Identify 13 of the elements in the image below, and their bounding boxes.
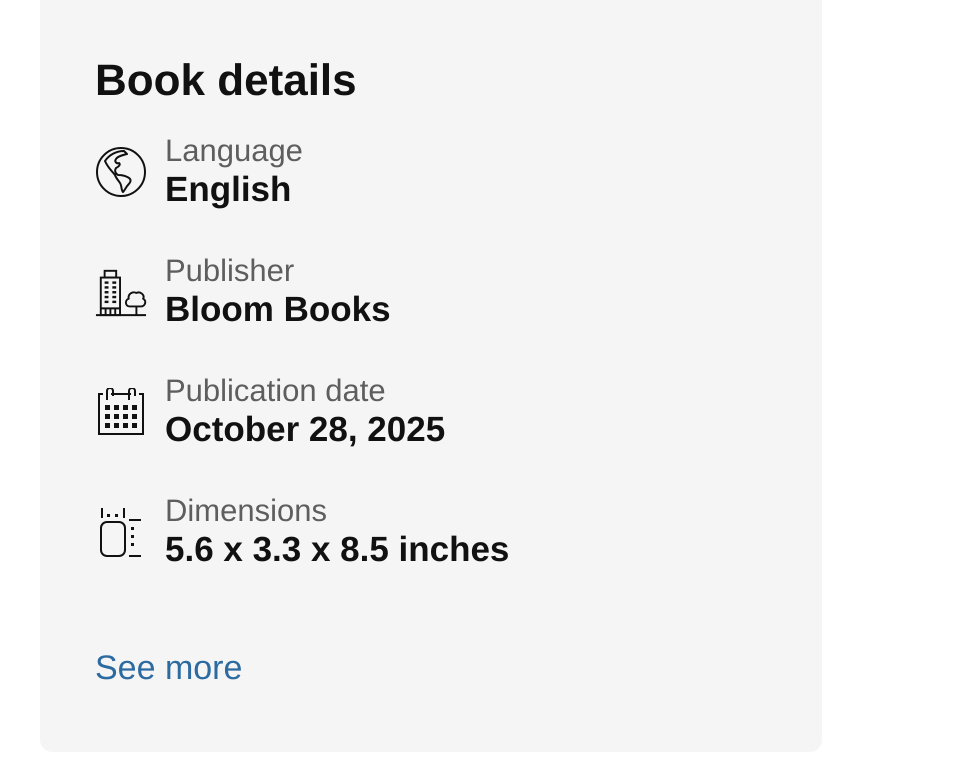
detail-label: Dimensions xyxy=(165,492,328,529)
detail-value: English xyxy=(165,168,292,211)
section-title: Book details xyxy=(95,55,357,107)
globe-icon xyxy=(95,146,147,198)
detail-value: Bloom Books xyxy=(165,288,391,331)
detail-label: Publication date xyxy=(165,372,387,409)
detail-value: 5.6 x 3.3 x 8.5 inches xyxy=(165,528,510,571)
detail-label: Language xyxy=(165,132,303,169)
detail-value: October 28, 2025 xyxy=(165,408,446,451)
calendar-icon xyxy=(97,388,145,436)
detail-label: Publisher xyxy=(165,252,296,289)
dimensions-icon xyxy=(99,506,143,558)
see-more-link[interactable]: See more xyxy=(95,648,242,688)
